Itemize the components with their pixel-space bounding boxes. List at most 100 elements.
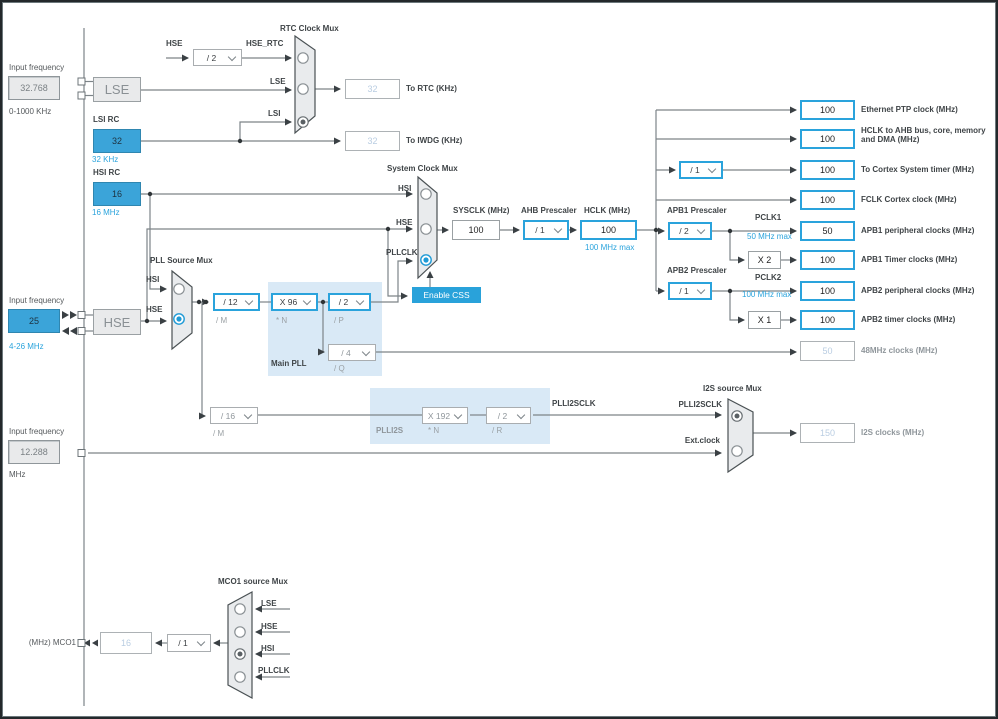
i2s-extclock-label: Ext.clock: [684, 436, 720, 445]
hsi-rc-box: 16: [93, 182, 141, 206]
cortex-timer-divider-value: / 1: [690, 165, 700, 175]
apb1-prescaler-label: APB1 Prescaler: [667, 206, 727, 215]
rtc-mux-radio-hse-rtc[interactable]: [297, 52, 309, 64]
i2s-input-frequency-label: Input frequency: [9, 427, 65, 436]
fclk-label: FCLK Cortex clock (MHz): [861, 195, 957, 204]
wires: [83, 28, 797, 706]
plli2s-r-divider-value: / 2: [497, 410, 508, 421]
plli2s-r-divider-select[interactable]: / 2: [486, 407, 531, 424]
mco1-divider-select[interactable]: / 1: [167, 634, 211, 652]
rtc-mux-radio-lse[interactable]: [297, 83, 309, 95]
system-mux-radio-pllclk-dot: [423, 257, 429, 263]
lsi-rc-box: 32: [93, 129, 141, 153]
cortex-timer-value-box[interactable]: 100: [800, 160, 855, 180]
pll-n-multiplier-select[interactable]: X 96: [271, 293, 318, 311]
mco1-mux-radio-hse[interactable]: [234, 626, 246, 638]
apb2-peripheral-label: APB2 peripheral clocks (MHz): [861, 286, 975, 295]
plli2s-title: PLLI2S: [376, 426, 404, 435]
mco1-mux-title: MCO1 source Mux: [218, 577, 288, 586]
plli2s-n-multiplier-value: X 192: [427, 410, 451, 421]
i2s-mux-radio-extclock[interactable]: [731, 445, 743, 457]
main-pll-title: Main PLL: [271, 359, 307, 368]
lsi-rc-title: LSI RC: [93, 115, 120, 124]
chevron-down-icon: [196, 637, 206, 647]
apb1-timer-multiplier-box: X 2: [748, 251, 781, 269]
iwdg-clock-value-box: 32: [345, 131, 400, 151]
plli2sclk-out-label: PLLI2SCLK: [552, 399, 596, 408]
enable-css-button[interactable]: Enable CSS: [412, 287, 481, 303]
pclk1-label: PCLK1: [755, 213, 782, 222]
hclk-max-label: 100 MHz max: [585, 243, 635, 252]
lse-frequency-input[interactable]: 32.768: [8, 76, 60, 100]
mco1-mux-radio-hsi-dot: [237, 651, 243, 657]
lsi-frequency-label: 32 KHz: [92, 155, 119, 164]
i2s-source-mux: [727, 398, 754, 474]
ethernet-ptp-value-box[interactable]: 100: [800, 100, 855, 120]
ethernet-ptp-label: Ethernet PTP clock (MHz): [861, 105, 958, 114]
rtc-mux-title: RTC Clock Mux: [280, 24, 339, 33]
clock-configuration-canvas: Input frequency 32.768 0-1000 KHz LSE LS…: [0, 0, 998, 719]
plli2s-m-sub-label: / M: [213, 429, 225, 438]
rtc-hse-rtc-label: HSE_RTC: [246, 39, 284, 48]
apb2-timer-value-box[interactable]: 100: [800, 310, 855, 330]
chevron-down-icon: [553, 224, 563, 234]
pclk1-max-label: 50 MHz max: [747, 232, 792, 241]
system-mux-radio-hsi[interactable]: [420, 188, 432, 200]
plli2s-r-sub-label: / R: [492, 426, 503, 435]
to-rtc-label: To RTC (KHz): [406, 84, 457, 93]
apb2-timer-multiplier-box: X 1: [748, 311, 781, 329]
lse-oscillator-box: LSE: [93, 77, 141, 102]
pll-p-divider-value: / 2: [338, 297, 349, 307]
apb1-timer-value-box[interactable]: 100: [800, 250, 855, 270]
apb1-prescaler-select[interactable]: / 2: [668, 222, 712, 240]
plli2s-n-multiplier-select[interactable]: X 192: [422, 407, 468, 424]
plli2s-m-divider-select[interactable]: / 16: [210, 407, 258, 424]
rtc-clock-value-box: 32: [345, 79, 400, 99]
system-mux-radio-hse[interactable]: [420, 223, 432, 235]
ahb-prescaler-value: / 1: [535, 225, 545, 235]
pll-p-divider-select[interactable]: / 2: [328, 293, 371, 311]
i2s-mux-radio-plli2sclk-dot: [734, 413, 740, 419]
rtc-hse-label: HSE: [166, 39, 183, 48]
sysclk-label: SYSCLK (MHz): [453, 206, 510, 215]
chevron-down-icon: [244, 296, 254, 306]
rtc-lsi-label: LSI: [268, 109, 281, 118]
chevron-down-icon: [361, 347, 371, 356]
pll-mux-radio-hsi[interactable]: [173, 283, 185, 295]
apb2-prescaler-value: / 1: [679, 286, 689, 296]
pll-q-divider-select[interactable]: / 4: [328, 344, 376, 361]
rtc-hse-divider-select[interactable]: / 2: [193, 49, 242, 66]
fclk-value-box[interactable]: 100: [800, 190, 855, 210]
chevron-down-icon: [302, 296, 312, 306]
hse-range-label: 4-26 MHz: [9, 342, 44, 351]
i2s-clock-label: I2S clocks (MHz): [861, 428, 925, 437]
hclk-value-box[interactable]: 100: [580, 220, 637, 240]
hsi-frequency-label: 16 MHz: [92, 208, 120, 217]
hse-pin-arrows: [62, 311, 98, 647]
pll-m-divider-value: / 12: [223, 297, 238, 307]
to-iwdg-label: To IWDG (KHz): [406, 136, 463, 145]
i2s-ext-frequency-input[interactable]: 12.288: [8, 440, 60, 464]
mco1-mux-radio-pllclk[interactable]: [234, 671, 246, 683]
ahb-prescaler-select[interactable]: / 1: [523, 220, 569, 240]
mco1-hse-label: HSE: [261, 622, 278, 631]
pll-q-sub-label: / Q: [334, 364, 345, 373]
hclk-ahb-value-box[interactable]: 100: [800, 129, 855, 149]
i2s-mux-title: I2S source Mux: [703, 384, 762, 393]
chevron-down-icon: [355, 296, 365, 306]
cortex-timer-divider-select[interactable]: / 1: [679, 161, 723, 179]
i2s-plli2sclk-label: PLLI2SCLK: [678, 400, 722, 409]
system-mux-title: System Clock Mux: [387, 164, 458, 173]
system-pllclk-label: PLLCLK: [386, 248, 418, 257]
cortex-timer-label: To Cortex System timer (MHz): [861, 165, 975, 174]
pll-hsi-label: HSI: [146, 275, 160, 284]
i2s-clock-value-box: 150: [800, 423, 855, 443]
apb1-peripheral-value-box[interactable]: 50: [800, 221, 855, 241]
pll-m-divider-select[interactable]: / 12: [213, 293, 260, 311]
pll-mux-radio-hse-dot: [176, 316, 182, 322]
mco1-output-label: (MHz) MCO1: [28, 638, 76, 647]
mco1-mux-radio-lse[interactable]: [234, 603, 246, 615]
apb2-prescaler-select[interactable]: / 1: [668, 282, 712, 300]
hse-frequency-input[interactable]: 25: [8, 309, 60, 333]
apb2-peripheral-value-box[interactable]: 100: [800, 281, 855, 301]
